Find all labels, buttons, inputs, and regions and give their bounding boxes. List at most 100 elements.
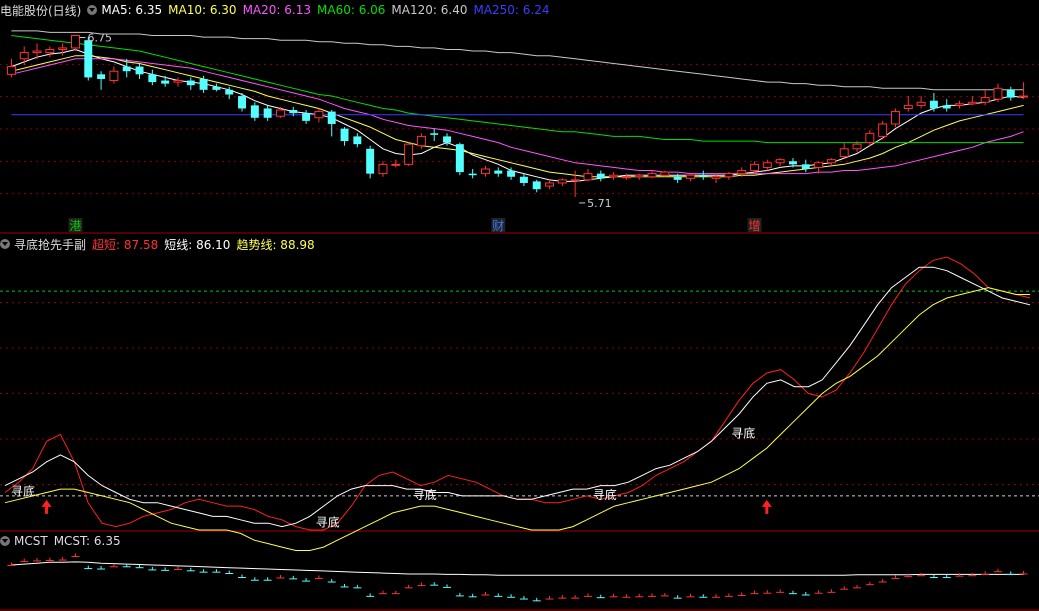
candle-down: [788, 161, 797, 165]
candle-up: [903, 104, 913, 109]
candle-up: [647, 173, 657, 178]
candle-down: [519, 176, 528, 183]
ma60-value: MA60: 6.06: [317, 3, 386, 17]
main-header: 电能股份(日线) MA5: 6.35 MA10: 6.30 MA20: 6.13…: [0, 1, 556, 19]
candle-down: [212, 86, 221, 90]
indicator-line-2: [4, 287, 1030, 551]
candle-up: [750, 163, 760, 172]
candle-up: [826, 159, 836, 164]
candle-down: [225, 89, 234, 95]
candle-up: [955, 103, 965, 106]
candle-down: [1006, 89, 1015, 98]
candle-up: [19, 52, 29, 60]
candle-down: [327, 111, 336, 124]
candle-down: [250, 105, 259, 118]
candle-down: [942, 105, 951, 109]
candle-up: [545, 182, 555, 187]
candle-down: [699, 175, 708, 177]
candle-down: [84, 40, 93, 78]
signal-label: 寻底: [413, 487, 437, 502]
signal-label: 寻底: [316, 514, 340, 529]
indicator-title[interactable]: 寻底抢先手副: [14, 236, 86, 253]
candle-up: [724, 173, 734, 178]
candle-up: [378, 163, 388, 175]
candle-down: [186, 80, 195, 86]
candle-down: [468, 173, 477, 176]
ma10-value: MA10: 6.30: [168, 3, 237, 17]
candle-down: [340, 128, 349, 142]
candle-down: [122, 66, 131, 72]
candle-down: [238, 96, 247, 109]
signal-label: 寻底: [593, 487, 617, 502]
menu-toggle-icon[interactable]: [87, 5, 98, 15]
candle-up: [570, 179, 580, 182]
candle-up: [993, 87, 1003, 100]
candle-down: [199, 78, 208, 90]
ma250-value: MA250: 6.24: [473, 3, 550, 17]
candle-up: [416, 135, 426, 147]
candle-up: [814, 162, 824, 168]
candle-up: [685, 174, 695, 179]
candle-up: [609, 174, 619, 178]
candle-up: [621, 176, 631, 179]
candle-down: [161, 80, 170, 84]
ma20-value: MA20: 6.13: [242, 3, 311, 17]
candle-up: [980, 97, 990, 103]
mcst-menu-icon[interactable]: [0, 536, 10, 546]
stock-title[interactable]: 电能股份(日线): [0, 2, 81, 19]
candle-down: [532, 181, 541, 190]
candle-up: [737, 170, 747, 175]
candle-down: [148, 74, 157, 83]
candle-up: [634, 174, 644, 178]
candle-down: [135, 66, 144, 75]
candle-down: [353, 136, 362, 145]
stock-chart[interactable]: 6.755.71港财增寻底寻底寻底 寻底寻底: [0, 0, 1039, 611]
candle-up: [775, 159, 785, 164]
candle-up: [583, 173, 593, 181]
ma-line-ma60: [11, 35, 1024, 144]
candle-down: [507, 170, 516, 177]
candle-up: [1019, 95, 1029, 98]
candle-down: [673, 176, 682, 180]
candle-down: [97, 74, 106, 79]
buy-arrow-icon: [41, 499, 52, 514]
event-marker: 港: [69, 219, 81, 233]
candle-up: [762, 162, 772, 168]
mcst-value: MCST: 6.35: [53, 534, 121, 548]
duanxian-value: 短线: 86.10: [164, 237, 231, 252]
candle-down: [366, 148, 375, 174]
ma120-value: MA120: 6.40: [391, 3, 468, 17]
candle-down: [430, 133, 439, 135]
candle-up: [890, 111, 900, 125]
indicator-menu-icon[interactable]: [0, 239, 10, 249]
candle-up: [916, 101, 926, 106]
candle-up: [480, 168, 490, 175]
indicator-header: 寻底抢先手副 超短: 87.58 短线: 86.10 趋势线: 88.98: [0, 235, 321, 253]
candle-up: [70, 35, 80, 49]
mcst-header: MCST MCST: 6.35: [0, 532, 127, 550]
candle-down: [455, 144, 464, 173]
candle-down: [302, 113, 311, 121]
ma-line-ma20: [11, 58, 1024, 175]
candle-up: [314, 111, 324, 119]
candle-up: [852, 143, 862, 150]
candle-up: [173, 80, 183, 83]
signal-label: 寻底: [11, 484, 35, 499]
candle-down: [494, 170, 503, 174]
chaoduan-value: 超短: 87.58: [92, 237, 159, 252]
indicator-line-1: [4, 266, 1031, 528]
candle-up: [865, 132, 875, 144]
candle-down: [801, 164, 810, 169]
candle-up: [32, 50, 42, 54]
candle-up: [967, 101, 977, 105]
candle-up: [878, 123, 888, 137]
mcst-title[interactable]: MCST: [14, 534, 48, 548]
mcst-line: [11, 561, 1024, 576]
price-annotation: 5.71: [587, 197, 612, 210]
ma5-value: MA5: 6.35: [101, 3, 163, 17]
signal-label: 寻底: [731, 426, 755, 441]
event-marker: 财: [492, 219, 504, 233]
candle-up: [275, 109, 285, 117]
candle-down: [929, 100, 938, 109]
price-annotation: 6.75: [87, 32, 112, 45]
